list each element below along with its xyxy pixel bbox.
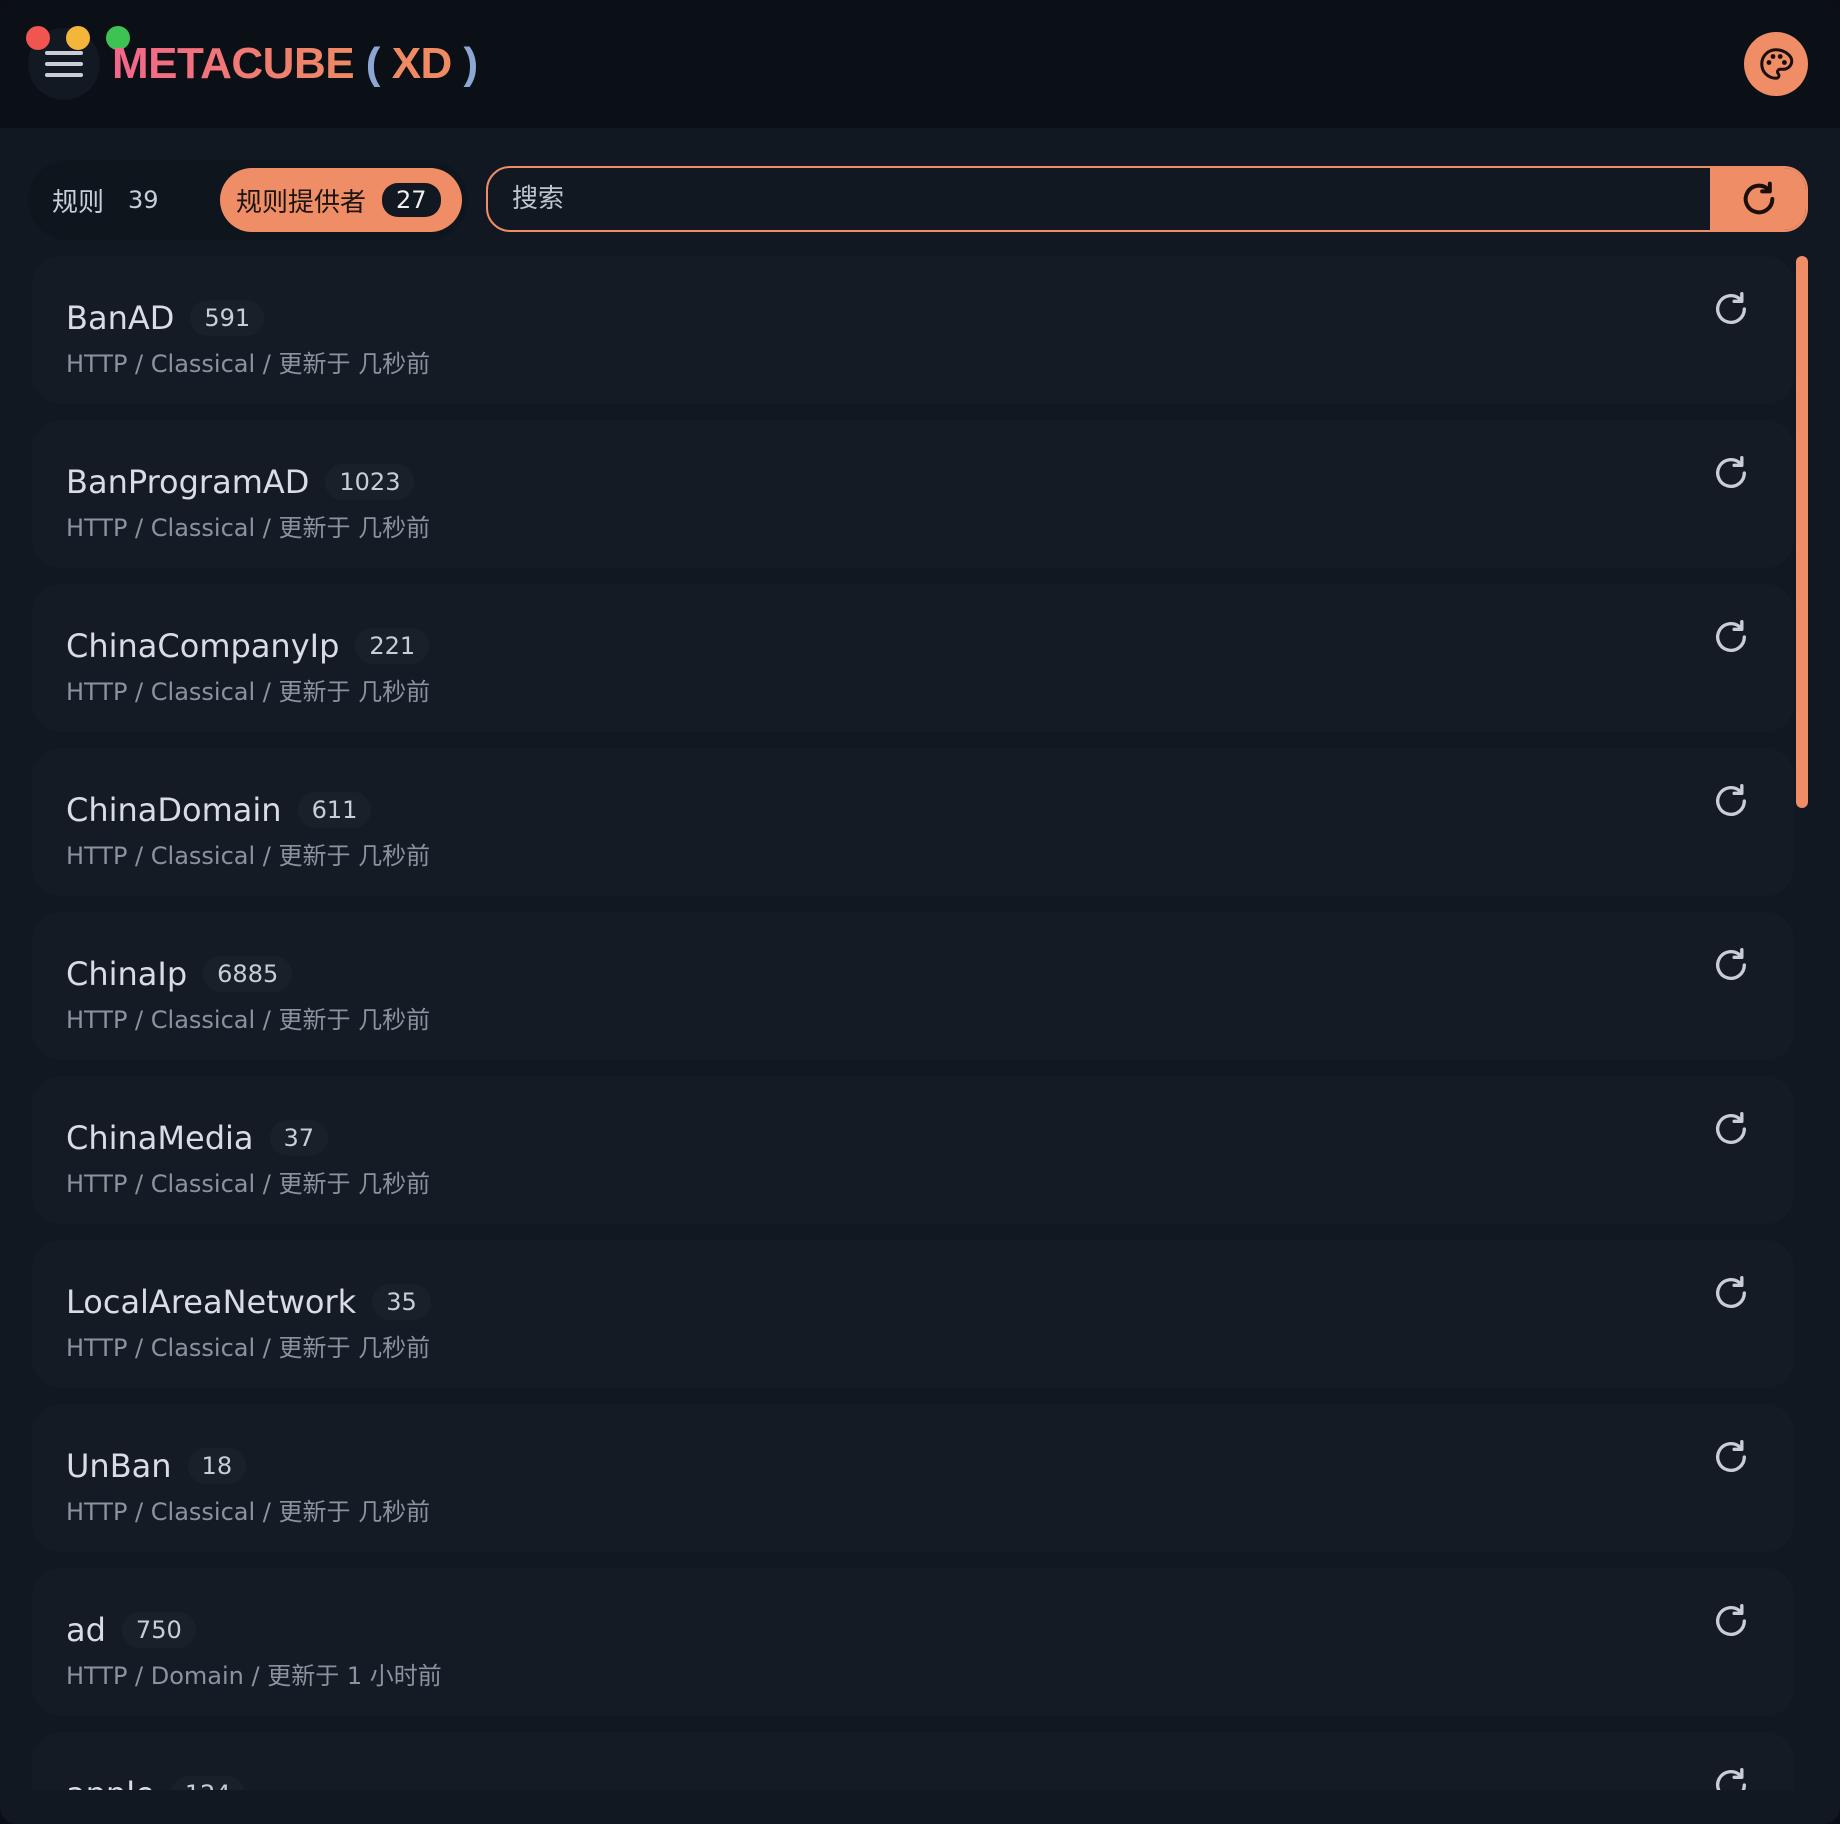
provider-card: LocalAreaNetwork 35 HTTP / Classical / 更… (32, 1240, 1794, 1388)
refresh-icon (1716, 456, 1746, 488)
provider-name-row: ChinaCompanyIp 221 (66, 622, 430, 670)
provider-name-row: LocalAreaNetwork 35 (66, 1278, 431, 1326)
provider-rule-count: 611 (297, 792, 372, 828)
brand-close-paren: ) (463, 39, 479, 88)
provider-name-row: UnBan 18 (66, 1442, 247, 1490)
refresh-icon (1743, 181, 1775, 215)
window-bottom-edge (0, 1790, 1840, 1824)
refresh-all-button[interactable] (1710, 168, 1806, 230)
refresh-icon (1716, 292, 1746, 324)
refresh-icon (1716, 1604, 1746, 1636)
provider-name-row: ChinaIp 6885 (66, 950, 293, 998)
provider-list: BanAD 591 HTTP / Classical / 更新于 几秒前 Ban… (32, 256, 1794, 1790)
tab-rule-providers-count: 27 (382, 183, 441, 217)
provider-meta: HTTP / Classical / 更新于 几秒前 (66, 1170, 431, 1198)
provider-rule-count: 1023 (325, 464, 415, 500)
provider-meta: HTTP / Classical / 更新于 几秒前 (66, 1334, 431, 1362)
window-minimize-button[interactable] (66, 26, 90, 50)
provider-name-row: ChinaMedia 37 (66, 1114, 329, 1162)
brand-main: METACUBE (112, 39, 355, 88)
provider-rule-count: 35 (372, 1284, 431, 1320)
palette-icon (1760, 48, 1794, 80)
provider-name: apple (66, 1775, 155, 1790)
provider-name-row: ad 750 (66, 1606, 196, 1654)
refresh-icon (1716, 1440, 1746, 1472)
brand-xd: XD (391, 39, 453, 88)
provider-name: ChinaIp (66, 955, 188, 993)
provider-name: LocalAreaNetwork (66, 1283, 357, 1321)
provider-list-viewport: BanAD 591 HTTP / Classical / 更新于 几秒前 Ban… (0, 250, 1840, 1790)
window-close-button[interactable] (26, 26, 50, 50)
tab-rules-count: 39 (128, 186, 159, 214)
provider-refresh-button[interactable] (1704, 1430, 1758, 1484)
tab-switcher: 规则 39 规则提供者 27 (28, 160, 468, 240)
provider-card: ChinaDomain 611 HTTP / Classical / 更新于 几… (32, 748, 1794, 896)
provider-meta: HTTP / Classical / 更新于 几秒前 (66, 1006, 431, 1034)
provider-card: ChinaIp 6885 HTTP / Classical / 更新于 几秒前 (32, 912, 1794, 1060)
app-window: METACUBE ( XD ) 规则 39 规则提供者 27 搜索 BanAD … (0, 0, 1840, 1824)
tab-rules[interactable]: 规则 39 (36, 168, 196, 232)
search-input[interactable] (488, 168, 1710, 230)
provider-card: BanAD 591 HTTP / Classical / 更新于 几秒前 (32, 256, 1794, 404)
provider-card: ChinaCompanyIp 221 HTTP / Classical / 更新… (32, 584, 1794, 732)
refresh-icon (1716, 948, 1746, 980)
provider-refresh-button[interactable] (1704, 1758, 1758, 1790)
provider-card: apple 124 (32, 1732, 1794, 1790)
provider-refresh-button[interactable] (1704, 1102, 1758, 1156)
provider-rule-count: 37 (269, 1120, 329, 1156)
provider-card: BanProgramAD 1023 HTTP / Classical / 更新于… (32, 420, 1794, 568)
provider-card: ad 750 HTTP / Domain / 更新于 1 小时前 (32, 1568, 1794, 1716)
provider-name: BanProgramAD (66, 463, 310, 501)
provider-name: BanAD (66, 299, 175, 337)
provider-name: UnBan (66, 1447, 172, 1485)
provider-rule-count: 591 (190, 300, 265, 336)
refresh-icon (1716, 620, 1746, 652)
provider-refresh-button[interactable] (1704, 938, 1758, 992)
provider-meta: HTTP / Domain / 更新于 1 小时前 (66, 1662, 442, 1690)
refresh-icon (1716, 1768, 1746, 1790)
provider-refresh-button[interactable] (1704, 610, 1758, 664)
provider-rule-count: 18 (187, 1448, 247, 1484)
title-bar: METACUBE ( XD ) (0, 0, 1840, 128)
provider-meta: HTTP / Classical / 更新于 几秒前 (66, 1498, 431, 1526)
provider-meta: HTTP / Classical / 更新于 几秒前 (66, 678, 431, 706)
search-bar (486, 166, 1808, 232)
refresh-icon (1716, 784, 1746, 816)
tab-rule-providers-label: 规则提供者 (236, 187, 367, 218)
app-brand: METACUBE ( XD ) (112, 36, 478, 92)
provider-name: ad (66, 1611, 106, 1649)
provider-meta: HTTP / Classical / 更新于 几秒前 (66, 514, 431, 542)
provider-rule-count: 6885 (203, 956, 293, 992)
refresh-icon (1716, 1112, 1746, 1144)
provider-name: ChinaDomain (66, 791, 282, 829)
provider-name-row: BanProgramAD 1023 (66, 458, 415, 506)
provider-meta: HTTP / Classical / 更新于 几秒前 (66, 842, 431, 870)
refresh-icon (1716, 1276, 1746, 1308)
provider-meta: HTTP / Classical / 更新于 几秒前 (66, 350, 431, 378)
provider-name: ChinaCompanyIp (66, 627, 340, 665)
provider-refresh-button[interactable] (1704, 774, 1758, 828)
tab-rule-providers[interactable]: 规则提供者 27 (220, 168, 462, 232)
scrollbar-thumb[interactable] (1796, 256, 1808, 808)
provider-name-row: ChinaDomain 611 (66, 786, 372, 834)
provider-rule-count: 221 (355, 628, 430, 664)
provider-refresh-button[interactable] (1704, 446, 1758, 500)
provider-card: ChinaMedia 37 HTTP / Classical / 更新于 几秒前 (32, 1076, 1794, 1224)
provider-refresh-button[interactable] (1704, 1594, 1758, 1648)
provider-name-row: BanAD 591 (66, 294, 265, 342)
provider-rule-count: 124 (170, 1776, 245, 1790)
theme-button[interactable] (1744, 32, 1808, 96)
provider-refresh-button[interactable] (1704, 282, 1758, 336)
tab-rules-label: 规则 (52, 187, 105, 218)
provider-refresh-button[interactable] (1704, 1266, 1758, 1320)
provider-name-row: apple 124 (66, 1770, 245, 1790)
provider-name: ChinaMedia (66, 1119, 254, 1157)
brand-open-paren: ( (365, 39, 381, 88)
provider-rule-count: 750 (121, 1612, 196, 1648)
provider-card: UnBan 18 HTTP / Classical / 更新于 几秒前 (32, 1404, 1794, 1552)
